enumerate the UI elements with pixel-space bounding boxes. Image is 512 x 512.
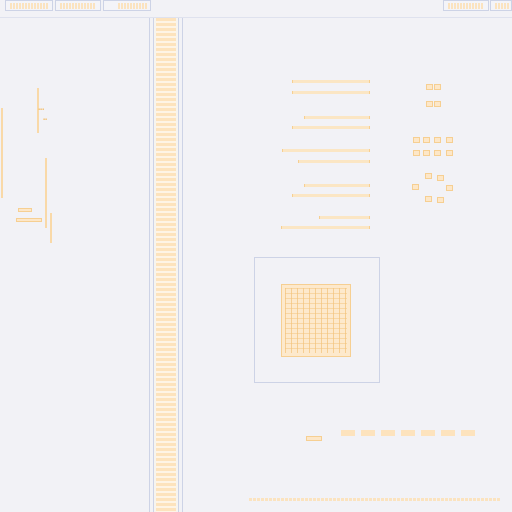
pad-15 <box>412 184 419 190</box>
bottom-pad-0 <box>306 436 322 441</box>
trace-bar-3 <box>304 116 370 119</box>
bottom-trace <box>249 498 500 501</box>
pad-1 <box>426 84 433 90</box>
trace-bar-5 <box>282 149 370 152</box>
trace-bar-8 <box>292 194 370 197</box>
pad-8 <box>446 137 453 143</box>
left-panel: ▪▪▪ ▪▪ <box>0 18 150 512</box>
thumbnail-icon <box>495 3 509 9</box>
trace-bar-10 <box>281 226 370 229</box>
bottom-pad-row <box>341 430 477 436</box>
pad-9 <box>413 150 420 156</box>
top-tab-1[interactable] <box>5 0 53 11</box>
left-marker-2: ▪▪ <box>43 117 48 121</box>
pad-18 <box>437 197 444 203</box>
thumbnail-icon <box>118 3 148 9</box>
pad-17 <box>425 196 432 202</box>
trace-bar-4 <box>292 126 370 129</box>
left-pad-2 <box>16 218 42 222</box>
pad-11 <box>434 150 441 156</box>
top-tab-right-2[interactable] <box>490 0 512 11</box>
trace-bar-6 <box>298 160 370 163</box>
chip-icon <box>281 284 351 357</box>
pad-13 <box>425 173 432 179</box>
top-tab-3[interactable] <box>103 0 151 11</box>
vertical-scrollbar[interactable] <box>153 18 179 512</box>
left-trace-2 <box>1 123 3 198</box>
pad-2 <box>434 84 441 90</box>
left-trace-5 <box>50 213 52 243</box>
pad-16 <box>446 185 453 191</box>
left-pad-1 <box>18 208 32 212</box>
trace-bar-9 <box>319 216 370 219</box>
pad-7 <box>434 137 441 143</box>
trace-bar-1 <box>292 80 370 83</box>
thumbnail-icon <box>10 3 48 9</box>
chip-outline[interactable] <box>254 257 380 383</box>
pad-10 <box>423 150 430 156</box>
pad-14 <box>437 175 444 181</box>
chip-pattern <box>285 288 347 353</box>
pad-5 <box>413 137 420 143</box>
thumbnail-icon <box>60 3 96 9</box>
pad-4 <box>434 101 441 107</box>
trace-bar-2 <box>292 91 370 94</box>
thumbnail-icon <box>448 3 484 9</box>
pad-6 <box>423 137 430 143</box>
top-tab-2[interactable] <box>55 0 101 11</box>
top-tab-right-1[interactable] <box>443 0 489 11</box>
main-canvas-border <box>182 18 183 512</box>
pad-12 <box>446 150 453 156</box>
left-marker-1: ▪▪▪ <box>38 107 45 111</box>
trace-bar-7 <box>304 184 370 187</box>
left-trace-4 <box>45 158 47 228</box>
pad-3 <box>426 101 433 107</box>
scrollbar-track[interactable] <box>156 18 176 512</box>
